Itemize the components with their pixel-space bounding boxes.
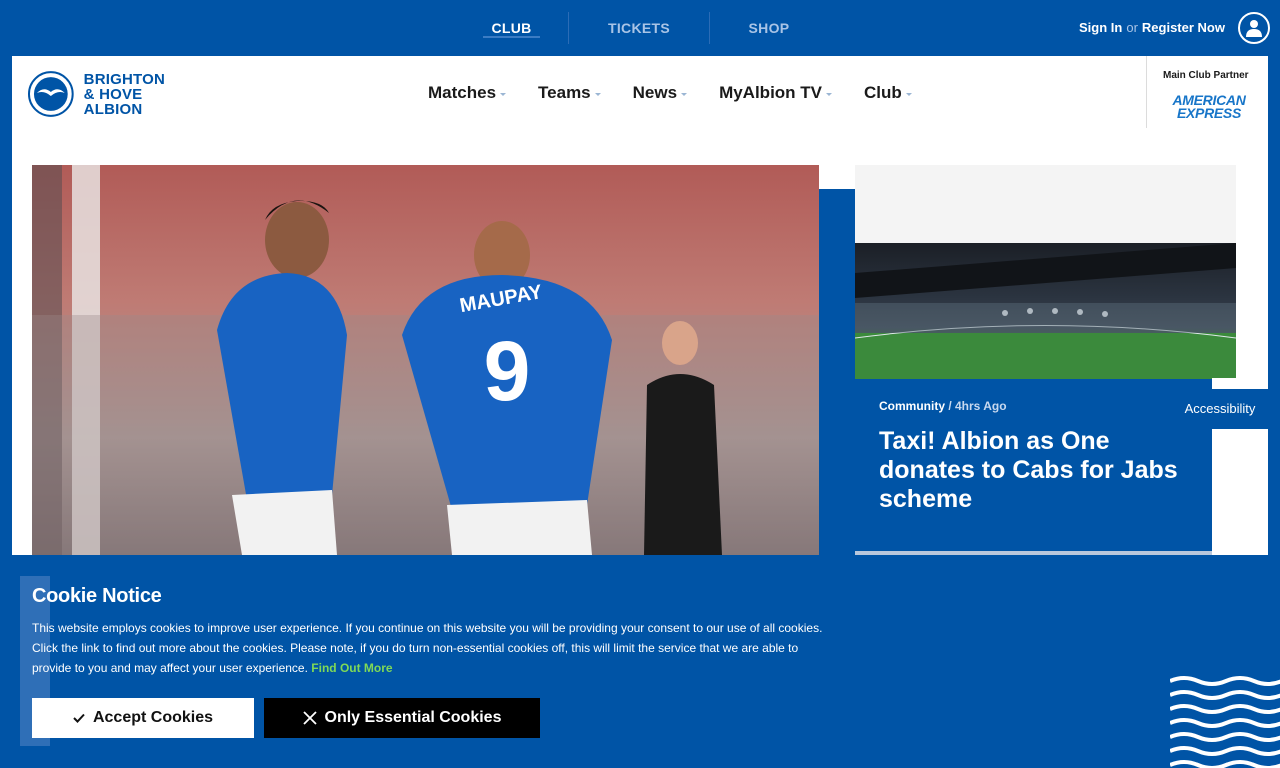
register-link[interactable]: Register Now (1142, 20, 1225, 35)
article-card[interactable]: Community / 4hrs Ago Taxi! Albion as One… (855, 379, 1212, 551)
logo-line-1: BRIGHTON (83, 70, 165, 88)
main-header: BRIGHTON & HOVE ALBION Matches Teams New… (12, 56, 1268, 131)
partner-logo[interactable]: AMERICAN EXPRESS (1165, 93, 1253, 121)
top-nav-shop[interactable]: SHOP (747, 12, 791, 44)
accessibility-button[interactable]: Accessibility (1172, 389, 1268, 429)
accent-band (819, 189, 855, 555)
stadium-image[interactable] (855, 243, 1236, 379)
hero-photo: MAUPAY 9 (32, 165, 819, 555)
partner-logo-line-2: EXPRESS (1176, 105, 1242, 121)
top-nav-tickets[interactable]: TICKETS (606, 12, 672, 44)
nav-myalbion-tv[interactable]: MyAlbion TV (719, 81, 833, 105)
accept-cookies-button[interactable]: Accept Cookies (32, 698, 254, 738)
main-nav: Matches Teams News MyAlbion TV Club (428, 81, 944, 105)
or-label: or (1126, 20, 1138, 35)
club-logo[interactable]: BRIGHTON & HOVE ALBION (28, 71, 204, 117)
accept-label: Accept Cookies (92, 709, 214, 726)
waves-icon (1170, 676, 1280, 768)
partner-label: Main Club Partner (1163, 70, 1249, 81)
chevron-down-icon (594, 92, 601, 96)
hero-image[interactable]: MAUPAY 9 (32, 165, 819, 555)
nav-label: Club (864, 83, 902, 102)
nav-matches[interactable]: Matches (428, 81, 507, 105)
content-area: MAUPAY 9 Community / 4hrs Ago Taxi! Albi… (12, 131, 1268, 555)
cookie-title: Cookie Notice (32, 585, 162, 607)
divider (709, 12, 710, 44)
stadium-photo (855, 243, 1236, 379)
nav-label: MyAlbion TV (719, 83, 823, 102)
find-out-more-link[interactable]: Find Out More (311, 661, 392, 675)
divider (568, 12, 569, 44)
nav-news[interactable]: News (632, 81, 688, 105)
top-nav: CLUB TICKETS SHOP (483, 12, 791, 44)
article-category[interactable]: Community (879, 399, 945, 413)
shirt-number: 9 (484, 324, 531, 418)
chevron-down-icon (681, 92, 688, 96)
user-icon[interactable] (1238, 12, 1270, 44)
article-meta: Community / 4hrs Ago (879, 399, 1007, 413)
account-links: Sign In or Register Now (1079, 20, 1225, 35)
check-icon (73, 713, 85, 723)
cookie-notice: Cookie Notice This website employs cooki… (0, 555, 1280, 768)
crest-placeholder (855, 165, 1236, 243)
essential-cookies-button[interactable]: Only Essential Cookies (264, 698, 540, 738)
cookie-text: This website employs cookies to improve … (32, 618, 832, 678)
chevron-down-icon (500, 92, 507, 96)
article-time: / 4hrs Ago (948, 399, 1007, 413)
article-title[interactable]: Taxi! Albion as One donates to Cabs for … (879, 427, 1199, 514)
club-crest-icon (28, 71, 74, 117)
chevron-down-icon (826, 92, 833, 96)
chevron-down-icon (905, 92, 912, 96)
nav-label: Matches (428, 83, 497, 102)
top-nav-club[interactable]: CLUB (483, 12, 540, 44)
accessibility-strip (1212, 378, 1268, 389)
top-bar: CLUB TICKETS SHOP Sign In or Register Now (0, 0, 1280, 56)
logo-line-2: & HOVE ALBION (83, 85, 143, 118)
sign-in-link[interactable]: Sign In (1079, 20, 1122, 35)
logo-text: BRIGHTON & HOVE ALBION (84, 72, 204, 117)
essential-label: Only Essential Cookies (324, 709, 502, 726)
nav-label: News (632, 83, 678, 102)
close-icon (302, 711, 317, 725)
nav-label: Teams (538, 83, 591, 102)
nav-club[interactable]: Club (864, 81, 912, 105)
divider (1146, 56, 1147, 128)
cookie-body: This website employs cookies to improve … (32, 621, 823, 675)
nav-teams[interactable]: Teams (538, 81, 601, 105)
